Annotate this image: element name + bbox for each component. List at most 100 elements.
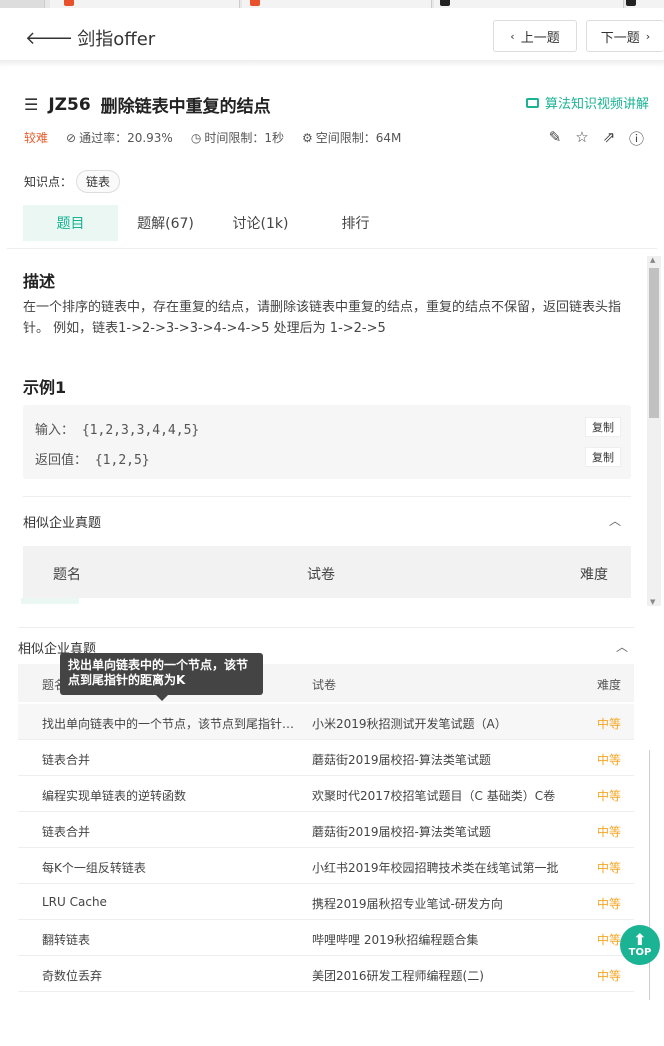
prev-problem-button[interactable]: ‹ 上一题: [493, 20, 577, 52]
knowledge-tag[interactable]: 链表: [76, 170, 121, 193]
next-problem-button[interactable]: 下一题 ›: [586, 20, 664, 52]
time-limit: 时间限制：1秒: [204, 131, 284, 145]
browser-tab[interactable]: [434, 0, 624, 8]
back-to-top-label: TOP: [628, 946, 652, 958]
example-input-label: 输入：: [35, 423, 75, 438]
similar-table-header: 题名 试卷 难度: [23, 546, 631, 598]
section-divider: [23, 496, 631, 497]
question-difficulty: 中等: [597, 753, 622, 767]
favicon-icon: [64, 0, 74, 6]
favicon-icon: [626, 0, 636, 6]
copy-output-button[interactable]: 复制: [585, 447, 621, 467]
question-name[interactable]: 找出单向链表中的一个节点，该节点到尾指针的距离为K: [42, 715, 304, 732]
question-name[interactable]: 链表合并: [42, 823, 304, 840]
example-output-value: {1,2,5}: [94, 453, 150, 468]
question-paper[interactable]: 小红书2019年校园招聘技术类在线笔试第一批: [312, 859, 582, 876]
arrow-left-icon: 🡐: [25, 27, 74, 49]
tabs-divider: [7, 248, 657, 249]
browser-tab[interactable]: [50, 0, 240, 8]
question-name[interactable]: 奇数位丢弃: [42, 967, 304, 984]
back-to-top-button[interactable]: ⬆ TOP: [620, 925, 660, 965]
question-paper[interactable]: 美团2016研发工程师编程题(二): [312, 967, 582, 984]
question-name[interactable]: LRU Cache: [42, 895, 304, 909]
copy-input-button[interactable]: 复制: [585, 417, 621, 437]
scrollbar[interactable]: ▲ ▼: [647, 256, 661, 606]
list-icon[interactable]: ☰: [24, 95, 38, 114]
similar-questions-heading: 相似企业真题: [23, 516, 102, 531]
browser-tab[interactable]: [0, 0, 45, 8]
difficulty-badge: 较难: [24, 131, 49, 145]
star-icon[interactable]: ☆: [575, 128, 589, 149]
video-camera-icon: [525, 97, 539, 108]
row-name-tooltip: 找出单向链表中的一个节点，该节点到尾指针的距离为K: [60, 653, 263, 701]
table-row[interactable]: LRU Cache 携程2019届秋招专业笔试-研发方向 中等: [18, 884, 634, 920]
problem-title-row: ☰ JZ56 删除链表中重复的结点: [24, 92, 271, 118]
example-output-line: 返回值： {1,2,5}: [35, 449, 150, 468]
back-link-label: 剑指offer: [77, 29, 156, 50]
col-paper: 试卷: [312, 678, 337, 692]
video-link-label: 算法知识视频讲解: [544, 97, 649, 112]
next-problem-label: 下一题: [600, 30, 640, 46]
chip-icon: ⚙: [301, 130, 313, 145]
browser-tab-strip: [0, 0, 664, 8]
table-row[interactable]: 翻转链表 哔哩哔哩 2019秋招编程题合集 中等: [18, 920, 634, 956]
share-icon[interactable]: ⇗: [602, 128, 616, 149]
table-row[interactable]: 每K个一组反转链表 小红书2019年校园招聘技术类在线笔试第一批 中等: [18, 848, 634, 884]
info-icon[interactable]: ⓘ: [629, 128, 644, 149]
table-row[interactable]: 编程实现单链表的逆转函数 欢聚时代2017校招笔试题目（C 基础类）C卷 中等: [18, 776, 634, 812]
question-difficulty: 中等: [597, 717, 622, 731]
table-row[interactable]: 链表合并 蘑菇街2019届校招-算法类笔试题 中等: [18, 812, 634, 848]
question-name[interactable]: 链表合并: [42, 751, 304, 768]
question-name[interactable]: 编程实现单链表的逆转函数: [42, 787, 304, 804]
collapse-icon[interactable]: ︿: [616, 638, 628, 655]
tab-solutions[interactable]: 题解(67): [118, 205, 213, 241]
table-row[interactable]: 找出单向链表中的一个节点，该节点到尾指针的距离为K 小米2019秋招测试开发笔试…: [18, 704, 634, 740]
question-difficulty: 中等: [597, 789, 622, 803]
example-heading: 示例1: [23, 378, 67, 397]
question-difficulty: 中等: [597, 897, 622, 911]
collapse-icon[interactable]: ︿: [609, 512, 621, 529]
tab-discussion[interactable]: 讨论(1k): [213, 205, 308, 241]
edit-icon[interactable]: ✎: [548, 128, 562, 149]
favicon-icon: [440, 0, 450, 6]
prev-problem-label: 上一题: [520, 30, 560, 46]
question-paper[interactable]: 蘑菇街2019届校招-算法类笔试题: [312, 823, 582, 840]
clock-icon: ◷: [190, 130, 202, 145]
video-explanation-link[interactable]: 算法知识视频讲解: [525, 93, 649, 112]
problem-tabs: 题目 题解(67) 讨论(1k) 排行: [23, 205, 403, 241]
col-difficulty: 难度: [580, 567, 608, 583]
space-limit: 空间限制：64M: [315, 131, 402, 145]
question-difficulty: 中等: [597, 969, 622, 983]
scroll-down-icon[interactable]: ▼: [650, 598, 655, 606]
knowledge-label: 知识点：: [24, 175, 73, 189]
scroll-up-icon[interactable]: ▲: [650, 256, 655, 264]
example-input-value: {1,2,3,3,4,4,5}: [81, 423, 200, 438]
tab-ranking[interactable]: 排行: [308, 205, 403, 241]
example-input-line: 输入： {1,2,3,3,4,4,5}: [35, 419, 199, 438]
question-name[interactable]: 每K个一组反转链表: [42, 859, 304, 876]
scrollbar-thumb[interactable]: [649, 268, 659, 418]
browser-tab[interactable]: [626, 0, 664, 8]
question-paper[interactable]: 携程2019届秋招专业笔试-研发方向: [312, 895, 582, 912]
pass-rate: 通过率：20.93%: [79, 131, 173, 145]
example-output-label: 返回值：: [35, 453, 88, 468]
col-paper: 试卷: [307, 567, 335, 583]
question-paper[interactable]: 哔哩哔哩 2019秋招编程题合集: [312, 931, 582, 948]
question-difficulty: 中等: [597, 861, 622, 875]
question-paper[interactable]: 欢聚时代2017校招笔试题目（C 基础类）C卷: [312, 787, 582, 804]
table-row[interactable]: 链表合并 蘑菇街2019届校招-算法类笔试题 中等: [18, 740, 634, 776]
question-paper[interactable]: 小米2019秋招测试开发笔试题（A）: [312, 715, 582, 732]
tab-problem[interactable]: 题目: [23, 205, 118, 241]
description-text: 在一个排序的链表中，存在重复的结点，请删除该链表中重复的结点，重复的结点不保留，…: [23, 300, 622, 336]
back-link[interactable]: 🡐 剑指offer: [25, 25, 155, 51]
chevron-right-icon: ›: [645, 29, 651, 43]
browser-tab[interactable]: [242, 0, 432, 8]
col-difficulty: 难度: [597, 678, 622, 692]
table-row[interactable]: 奇数位丢弃 美团2016研发工程师编程题(二) 中等: [18, 956, 634, 992]
chevron-left-icon: ‹: [510, 29, 515, 43]
problem-actions: ✎ ☆ ⇗ ⓘ: [548, 128, 644, 149]
question-difficulty: 中等: [597, 825, 622, 839]
question-name[interactable]: 翻转链表: [42, 931, 304, 948]
question-paper[interactable]: 蘑菇街2019届校招-算法类笔试题: [312, 751, 582, 768]
problem-meta: 较难 ⊘ 通过率：20.93% ◷ 时间限制：1秒 ⚙ 空间限制：64M: [24, 129, 401, 146]
